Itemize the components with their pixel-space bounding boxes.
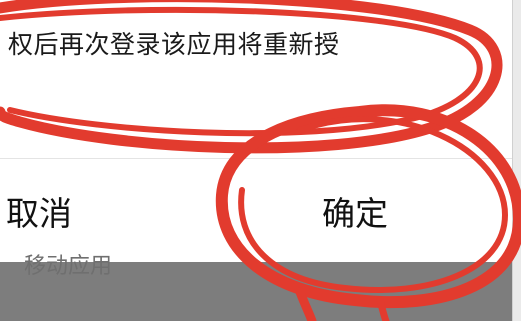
right-edge-strip	[512, 0, 521, 321]
background-app-label: 移动应用	[24, 254, 113, 279]
cancel-button[interactable]: 取消	[6, 192, 72, 236]
confirm-button[interactable]: 确定	[322, 192, 388, 236]
confirm-dialog: 权后再次登录该应用将重新授 取消 确定	[0, 0, 512, 262]
dialog-divider	[0, 158, 512, 159]
screenshot-frame: 权后再次登录该应用将重新授 取消 确定 移动应用	[0, 0, 521, 321]
dialog-message: 权后再次登录该应用将重新授	[8, 30, 340, 59]
